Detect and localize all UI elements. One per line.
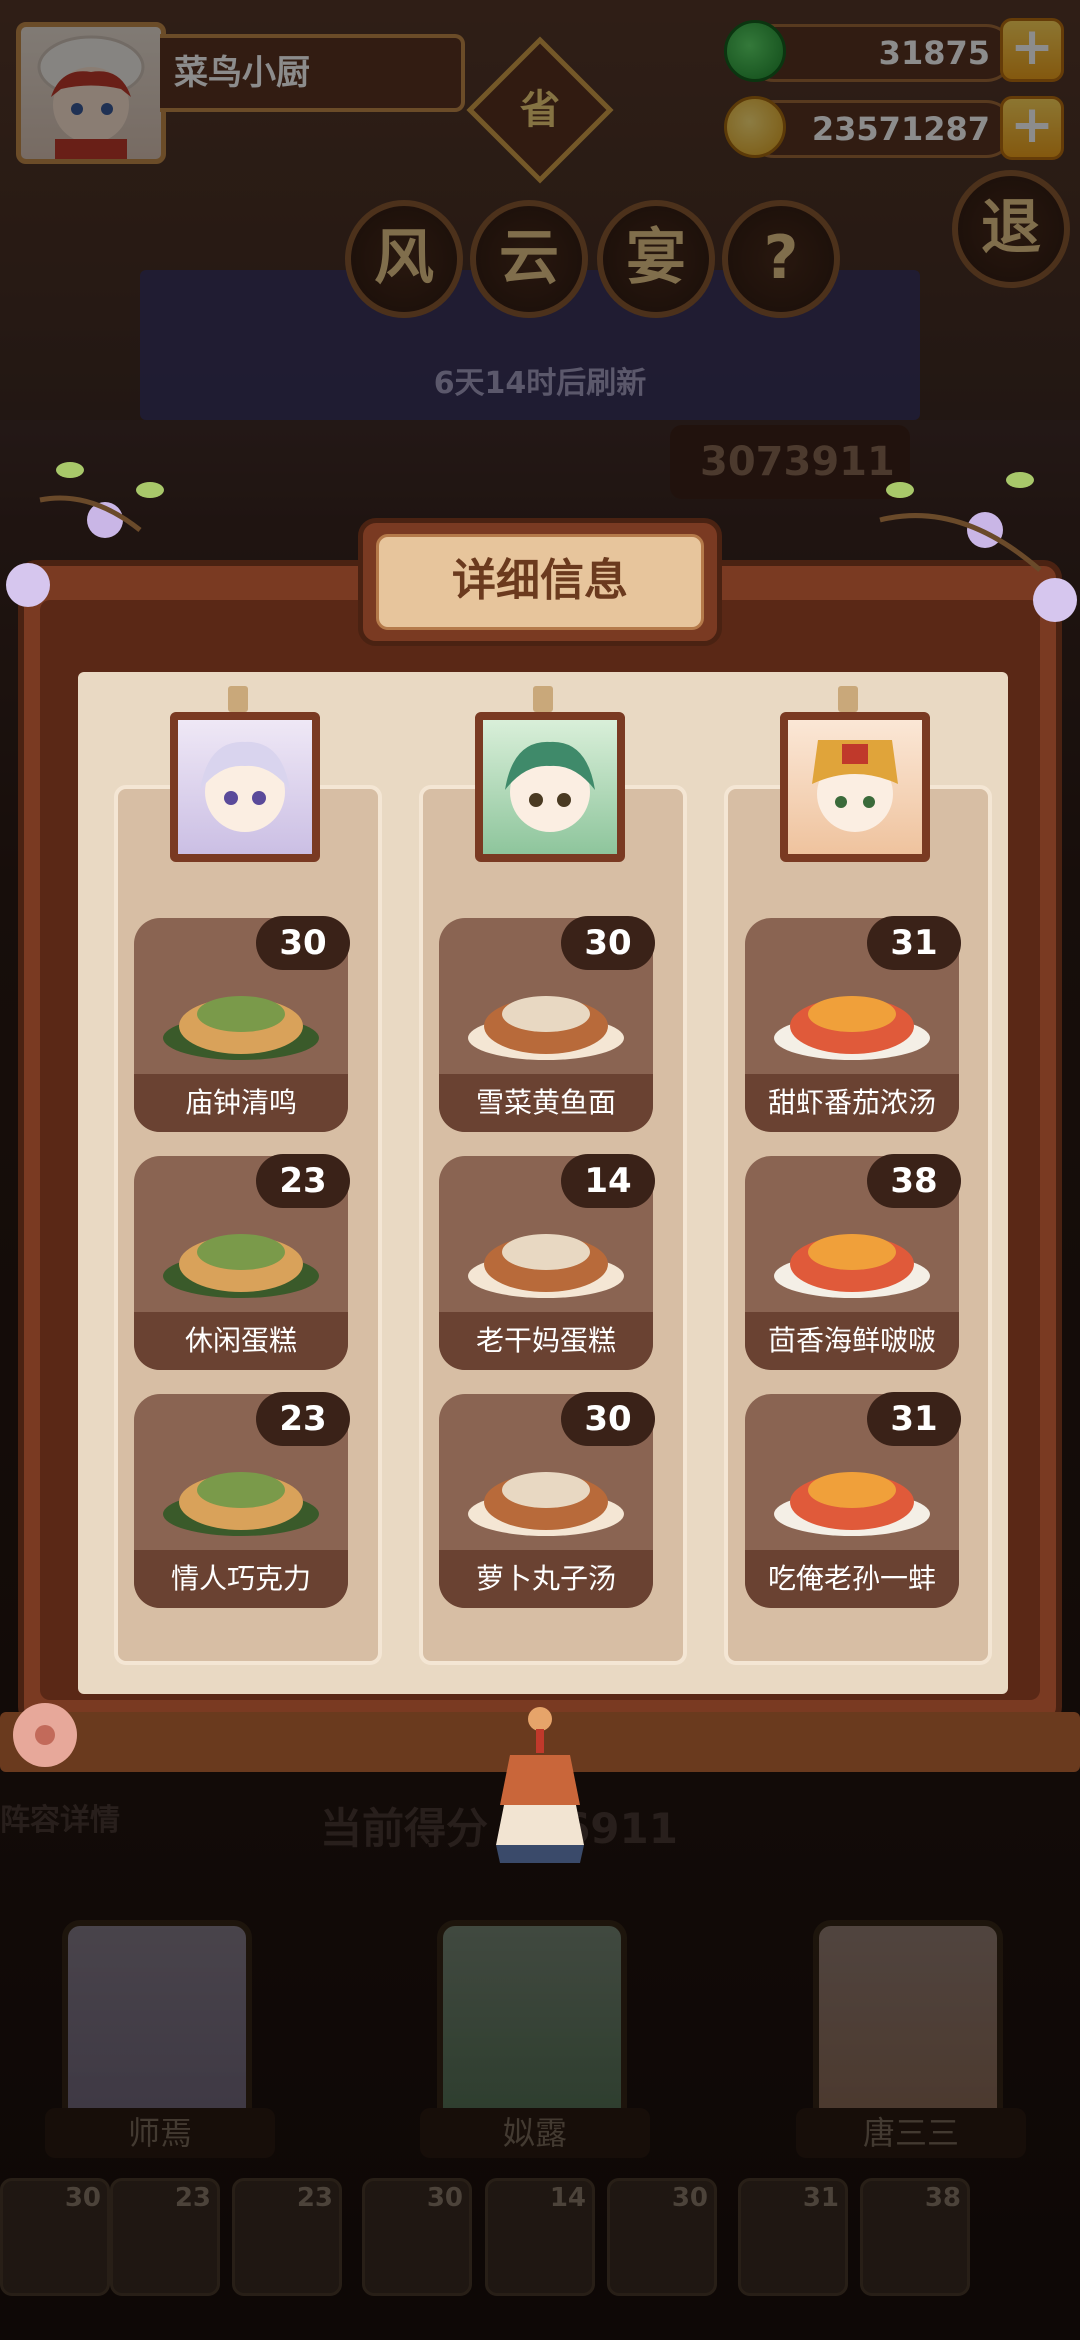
dish-card[interactable]: 23 情人巧克力 xyxy=(134,1392,350,1608)
dish-card[interactable]: 23 休闲蛋糕 xyxy=(134,1154,350,1370)
dish-card[interactable]: 30 雪菜黄鱼面 xyxy=(439,916,655,1132)
dish-name: 萝卜丸子汤 xyxy=(439,1550,653,1608)
dish-image-icon xyxy=(163,1472,319,1536)
chef-portrait[interactable] xyxy=(475,712,625,862)
dish-name: 雪菜黄鱼面 xyxy=(439,1074,653,1132)
dish-count-badge: 30 xyxy=(561,1392,655,1446)
flower-decoration-right xyxy=(879,472,1077,622)
dish-name: 甜虾番茄浓汤 xyxy=(745,1074,959,1132)
dish-card[interactable]: 30 萝卜丸子汤 xyxy=(439,1392,655,1608)
dish-image-icon xyxy=(468,1234,624,1298)
blossom-decoration xyxy=(13,1703,77,1767)
dish-card[interactable]: 14 老干妈蛋糕 xyxy=(439,1154,655,1370)
flower-decoration-left xyxy=(6,462,164,607)
dish-card[interactable]: 38 茴香海鲜啵啵 xyxy=(745,1154,961,1370)
dish-count-badge: 23 xyxy=(256,1154,350,1208)
dish-count-badge: 23 xyxy=(256,1392,350,1446)
dish-card[interactable]: 30 庙钟清鸣 xyxy=(134,916,350,1132)
dish-count-badge: 30 xyxy=(256,916,350,970)
chef-face-icon xyxy=(200,741,290,832)
dish-name: 吃俺老孙一蚌 xyxy=(745,1550,959,1608)
dish-count-badge: 30 xyxy=(561,916,655,970)
dish-name: 茴香海鲜啵啵 xyxy=(745,1312,959,1370)
dish-image-icon xyxy=(163,996,319,1060)
dish-name: 老干妈蛋糕 xyxy=(439,1312,653,1370)
panel-title: 详细信息 xyxy=(376,534,704,630)
dish-card[interactable]: 31 甜虾番茄浓汤 xyxy=(745,916,961,1132)
dish-image-icon xyxy=(774,996,930,1060)
tassel-ornament xyxy=(496,1707,584,1863)
dish-name: 休闲蛋糕 xyxy=(134,1312,348,1370)
dish-image-icon xyxy=(163,1234,319,1298)
portrait-pin xyxy=(838,686,858,712)
chef-face-icon xyxy=(505,741,595,832)
dish-name: 情人巧克力 xyxy=(134,1550,348,1608)
dish-image-icon xyxy=(774,1472,930,1536)
dish-count-badge: 31 xyxy=(867,916,961,970)
portrait-pin xyxy=(228,686,248,712)
dish-image-icon xyxy=(468,996,624,1060)
dish-name: 庙钟清鸣 xyxy=(134,1074,348,1132)
portrait-pin xyxy=(533,686,553,712)
dish-count-badge: 38 xyxy=(867,1154,961,1208)
chef-face-icon xyxy=(812,740,898,832)
chef-portrait[interactable] xyxy=(170,712,320,862)
dish-image-icon xyxy=(774,1234,930,1298)
dish-count-badge: 31 xyxy=(867,1392,961,1446)
chef-portrait[interactable] xyxy=(780,712,930,862)
dish-count-badge: 14 xyxy=(561,1154,655,1208)
dish-image-icon xyxy=(468,1472,624,1536)
dish-card[interactable]: 31 吃俺老孙一蚌 xyxy=(745,1392,961,1608)
